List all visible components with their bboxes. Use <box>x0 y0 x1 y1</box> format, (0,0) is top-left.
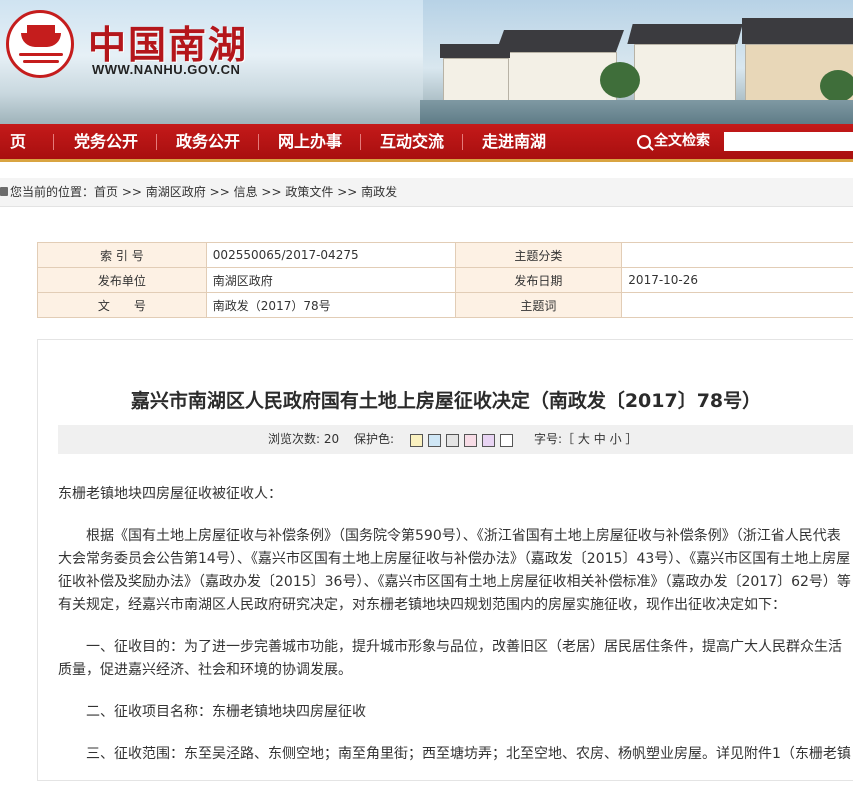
banner-roof <box>440 44 510 58</box>
nav-item-interaction[interactable]: 互动交流 <box>380 124 444 159</box>
search-input[interactable] <box>724 132 853 151</box>
article-title: 嘉兴市南湖区人民政府国有土地上房屋征收决定（南政发〔2017〕78号） <box>38 386 853 413</box>
breadcrumb-district-gov[interactable]: 南湖区政府 <box>146 185 206 199</box>
publisher-label: 发布单位 <box>38 268 207 293</box>
font-size-prefix: 字号:［ <box>534 432 574 446</box>
breadcrumb-info[interactable]: 信息 <box>234 185 258 199</box>
logo-boat-roof <box>27 25 55 33</box>
logo-wave <box>19 53 63 56</box>
site-url[interactable]: WWW.NANHU.GOV.CN <box>92 62 240 77</box>
keywords-label: 主题词 <box>455 293 622 318</box>
banner-house <box>443 58 509 102</box>
banner-roof <box>742 18 853 44</box>
breadcrumb: 您当前的位置：首页 >> 南湖区政府 >> 信息 >> 政策文件 >> 南政发 <box>0 178 853 207</box>
document-number-label: 文 号 <box>38 293 207 318</box>
nav-item-online-services[interactable]: 网上办事 <box>278 124 342 159</box>
breadcrumb-separator: >> <box>122 185 142 199</box>
nav-item-party-affairs[interactable]: 党务公开 <box>74 124 138 159</box>
topic-category-value <box>622 243 853 268</box>
search-icon[interactable] <box>637 135 651 149</box>
nav-separator <box>462 134 463 150</box>
article-paragraph: 一、征收目的：为了进一步完善城市功能，提升城市形象与品位，改善旧区（老居）居民居… <box>58 636 853 682</box>
breadcrumb-policy-docs[interactable]: 政策文件 <box>285 185 333 199</box>
font-size-selector: 字号:［ 大 中 小 ］ <box>534 425 637 454</box>
article-body: 东栅老镇地块四房屋征收被征收人： 根据《国有土地上房屋征收与补偿条例》（国务院令… <box>58 483 853 785</box>
article-paragraph: 根据《国有土地上房屋征收与补偿条例》（国务院令第590号）、《浙江省国有土地上房… <box>58 525 853 617</box>
breadcrumb-home[interactable]: 首页 <box>94 185 118 199</box>
table-row: 索 引 号 002550065/2017-04275 主题分类 <box>38 243 853 268</box>
banner-roof <box>496 30 624 52</box>
header-banner: 中国南湖 WWW.NANHU.GOV.CN <box>0 0 853 124</box>
protect-color-swatch[interactable] <box>428 434 441 447</box>
view-count: 浏览次数: 20 <box>268 425 339 454</box>
font-size-small[interactable]: 小 <box>610 432 622 446</box>
table-row: 文 号 南政发（2017）78号 主题词 <box>38 293 853 318</box>
banner-house <box>634 44 736 102</box>
article-paragraph: 东栅老镇地块四房屋征收被征收人： <box>58 483 853 506</box>
breadcrumb-separator: >> <box>210 185 230 199</box>
site-logo[interactable] <box>6 10 74 78</box>
article-toolbar: 浏览次数: 20 保护色: 字号:［ 大 中 小 ］ <box>58 425 853 454</box>
nav-separator <box>360 134 361 150</box>
logo-boat <box>21 33 61 47</box>
protect-color-label: 保护色: <box>354 425 394 454</box>
protect-color-swatch[interactable] <box>464 434 477 447</box>
article-paragraph: 二、征收项目名称：东栅老镇地块四房屋征收 <box>58 701 853 724</box>
document-number-value: 南政发（2017）78号 <box>206 293 455 318</box>
font-size-suffix: ］ <box>625 432 637 446</box>
font-size-large[interactable]: 大 <box>578 432 590 446</box>
nav-separator <box>156 134 157 150</box>
site-title[interactable]: 中国南湖 <box>88 14 248 69</box>
index-number-value: 002550065/2017-04275 <box>206 243 455 268</box>
protect-color-swatch[interactable] <box>500 434 513 447</box>
banner-water <box>420 100 853 124</box>
article-paragraph: 三、征收范围：东至吴泾路、东侧空地；南至角里街；西至塘坊弄；北至空地、农房、杨帆… <box>58 743 853 766</box>
table-row: 发布单位 南湖区政府 发布日期 2017-10-26 <box>38 268 853 293</box>
fulltext-search-label[interactable]: 全文检索 <box>654 124 710 159</box>
publish-date-value: 2017-10-26 <box>622 268 853 293</box>
nav-item-home[interactable]: 页 <box>10 124 26 159</box>
index-number-label: 索 引 号 <box>38 243 207 268</box>
banner-tree <box>600 62 640 98</box>
nav-item-government-affairs[interactable]: 政务公开 <box>176 124 240 159</box>
document-meta-table: 索 引 号 002550065/2017-04275 主题分类 发布单位 南湖区… <box>37 242 853 318</box>
protect-color-swatch[interactable] <box>446 434 459 447</box>
main-nav: 页 党务公开 政务公开 网上办事 互动交流 走进南湖 全文检索 <box>0 124 853 162</box>
protect-color-swatch[interactable] <box>482 434 495 447</box>
location-icon <box>0 187 8 196</box>
banner-tree <box>820 70 853 102</box>
topic-category-label: 主题分类 <box>455 243 622 268</box>
protect-color-swatch[interactable] <box>410 434 423 447</box>
publisher-value: 南湖区政府 <box>206 268 455 293</box>
breadcrumb-nanzhengfa[interactable]: 南政发 <box>361 185 397 199</box>
publish-date-label: 发布日期 <box>455 268 622 293</box>
article-panel: 嘉兴市南湖区人民政府国有土地上房屋征收决定（南政发〔2017〕78号） 浏览次数… <box>37 339 853 781</box>
logo-wave <box>23 60 59 63</box>
breadcrumb-prefix: 您当前的位置： <box>10 185 94 199</box>
banner-roof <box>627 24 742 44</box>
nav-separator <box>53 134 54 150</box>
font-size-medium[interactable]: 中 <box>594 432 606 446</box>
nav-separator <box>258 134 259 150</box>
keywords-value <box>622 293 853 318</box>
breadcrumb-separator: >> <box>261 185 281 199</box>
breadcrumb-separator: >> <box>337 185 357 199</box>
nav-item-about-nanhu[interactable]: 走进南湖 <box>482 124 546 159</box>
